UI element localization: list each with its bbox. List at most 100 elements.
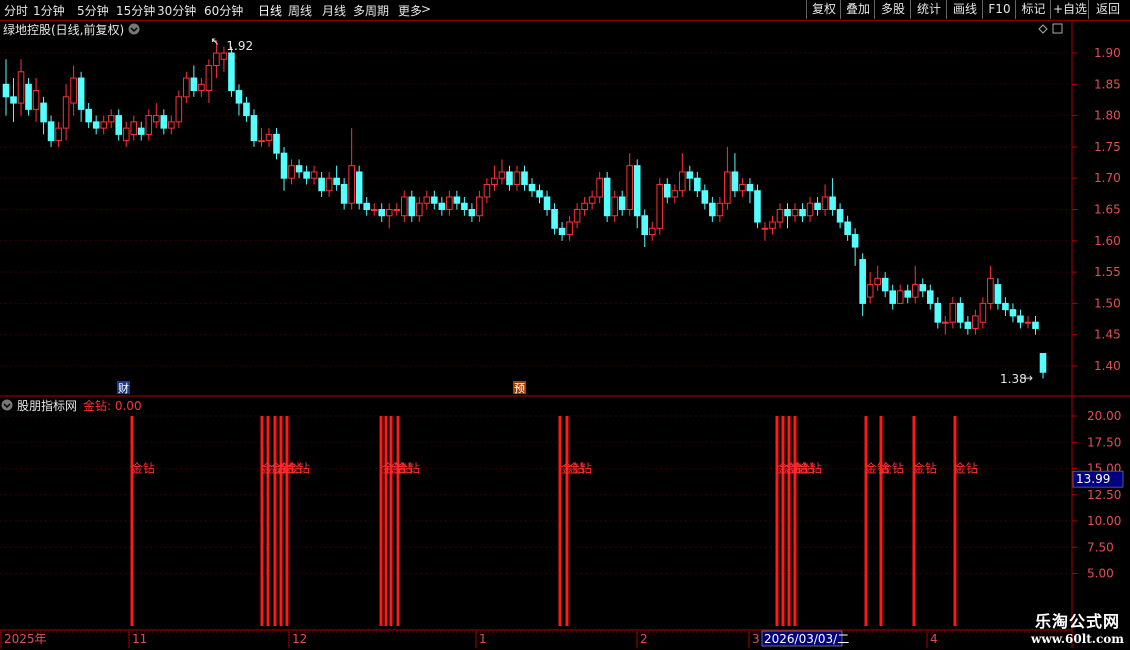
candle-body [431, 196, 438, 204]
candle-body [453, 196, 461, 204]
event-badge[interactable]: 财 [118, 381, 129, 395]
date-label: 2 [640, 632, 648, 646]
diamond-icon[interactable] [1038, 24, 1048, 34]
candle-body [295, 165, 303, 173]
candle [77, 71, 85, 122]
candle-body [964, 321, 972, 329]
indicator-tick-label: 20.00 [1087, 409, 1121, 423]
date-label: 4 [930, 632, 938, 646]
price-tick-label: 1.55 [1094, 265, 1121, 279]
candle-body [446, 196, 453, 210]
candle-body [889, 290, 897, 304]
candle-body [626, 165, 634, 210]
candle-body [348, 165, 355, 204]
candle-body [130, 121, 138, 135]
candle [784, 203, 791, 229]
candle [453, 190, 461, 210]
signal-bar [285, 416, 289, 626]
candle-body [1002, 302, 1009, 311]
candle-body [115, 115, 123, 135]
candle-body [152, 115, 160, 123]
candle [370, 203, 378, 216]
candle-body [663, 183, 671, 198]
candle-body [100, 121, 107, 129]
candle [280, 146, 288, 191]
candle [701, 184, 709, 210]
indicator-dropdown-icon[interactable] [1, 399, 13, 411]
candle [385, 203, 393, 229]
candle [175, 90, 183, 129]
candle-body [679, 171, 686, 192]
signal-bar [781, 416, 785, 626]
candle-body [160, 115, 168, 129]
candle [806, 196, 814, 223]
candle-body [385, 209, 393, 217]
candle-body [573, 209, 581, 223]
candle-body [145, 115, 153, 135]
candle-body [190, 77, 198, 92]
event-badge[interactable]: 预 [514, 382, 525, 395]
candle [776, 203, 784, 229]
candle-body [829, 196, 836, 210]
candle-body [408, 196, 416, 217]
candle-body [814, 202, 821, 211]
kline-chart: 1.90 1.85 1.80 1.75 1.70 1.65 1.60 1.55 1.50 1.45… [0, 21, 1130, 648]
title-dropdown-icon[interactable] [128, 23, 140, 35]
candle [851, 228, 859, 266]
candle [746, 178, 754, 204]
candle [491, 165, 498, 191]
candle-body [468, 209, 476, 217]
candle-body [70, 77, 77, 104]
candle-body [47, 121, 55, 142]
candle [994, 278, 1002, 310]
candle-body [784, 209, 791, 217]
candle [694, 171, 701, 197]
candle [32, 78, 40, 122]
signal-bar [558, 416, 562, 626]
candle [513, 165, 521, 191]
candle-body [2, 83, 10, 98]
date-label: 1 [479, 632, 487, 646]
candle [904, 284, 912, 304]
candle [152, 103, 160, 129]
candle [318, 171, 325, 197]
candle-body [942, 321, 949, 324]
candle [303, 165, 310, 185]
candle-body [633, 165, 641, 217]
candle-body [288, 165, 295, 179]
candle [55, 121, 62, 147]
candle [310, 165, 318, 185]
candle [483, 178, 491, 204]
candle-body [709, 202, 716, 217]
candle [415, 196, 423, 223]
candle [62, 84, 70, 141]
candle [814, 196, 821, 216]
signal-bar [793, 416, 797, 626]
watermark: 乐淘公式网 www.60lt.com [1031, 608, 1124, 646]
candle-body [183, 77, 190, 98]
signal-bar [389, 416, 393, 626]
signal-bar [384, 416, 388, 626]
candle [919, 278, 927, 298]
signal-bar [279, 416, 283, 626]
candle [821, 184, 829, 216]
maximize-icon[interactable] [1052, 23, 1063, 34]
price-axis: 1.90 1.85 1.80 1.75 1.70 1.65 1.60 1.55 1.50 1.45… [1072, 46, 1121, 373]
candle-body [844, 221, 851, 236]
candle [686, 165, 694, 191]
candle-body [746, 183, 754, 192]
candle [408, 190, 416, 223]
low-arrow-icon: → [1023, 371, 1033, 385]
price-tick-label: 1.60 [1094, 234, 1121, 248]
candle-body [521, 171, 528, 185]
candle [671, 184, 679, 204]
signal-bar [565, 416, 569, 626]
candle-body [761, 227, 769, 230]
candle-body [62, 96, 70, 129]
candle-body [250, 115, 258, 142]
candle [70, 65, 77, 116]
candle [288, 159, 295, 185]
candle-body [686, 171, 694, 179]
candle-body [994, 284, 1002, 304]
current-value-label: 13.99 [1076, 472, 1110, 486]
